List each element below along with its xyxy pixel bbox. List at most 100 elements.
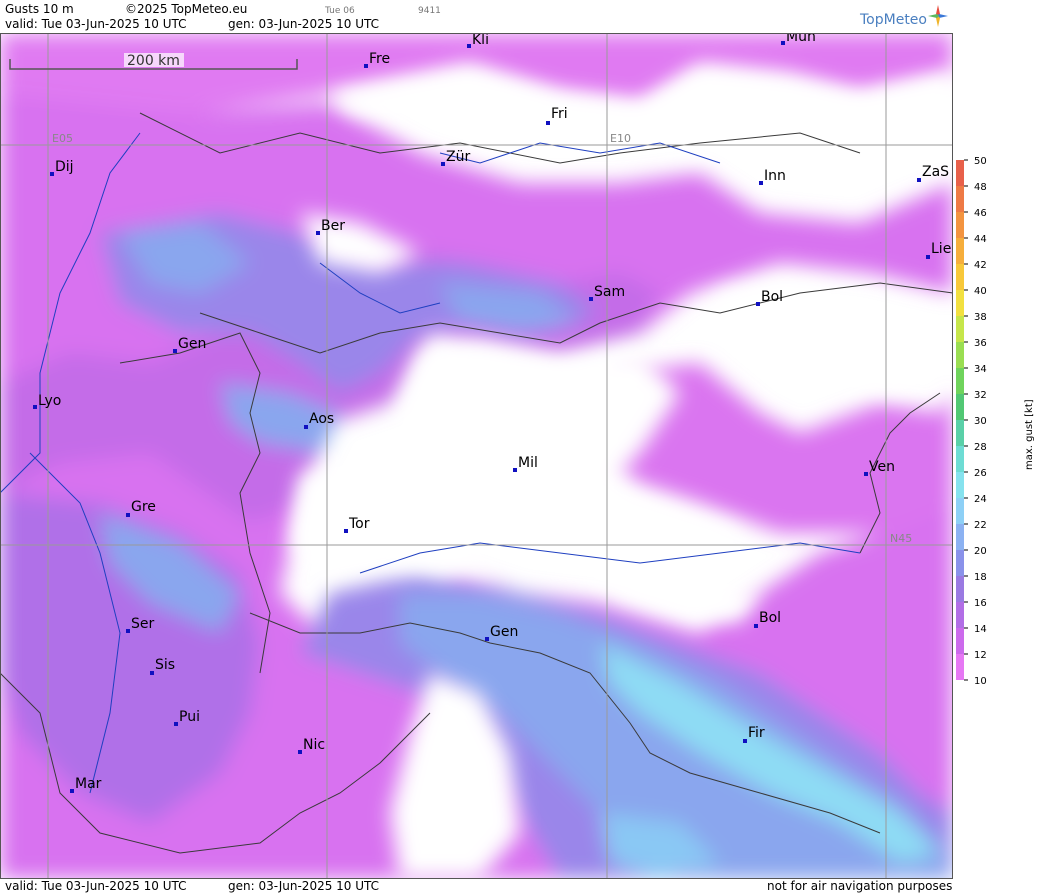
gust-field: E05 E10 N45 200 km Kli Mün Fre Fri Dij Z…: [0, 33, 953, 879]
city-label: Aos: [309, 411, 334, 427]
legend-tick-label: 42: [974, 260, 987, 271]
grid-label-e05: E05: [52, 132, 73, 145]
city-marker: [467, 44, 471, 48]
grid-label-n45: N45: [890, 532, 912, 545]
topmeteo-logo[interactable]: TopMeteo: [860, 5, 952, 31]
legend-tick-label: 24: [974, 494, 987, 505]
legend-swatch: [956, 316, 964, 342]
city-marker: [917, 178, 921, 182]
city-marker: [316, 231, 320, 235]
city-label: Mün: [786, 33, 816, 45]
legend-tick-label: 20: [974, 546, 987, 557]
city-label: Kli: [472, 33, 489, 48]
city-label: Fir: [748, 725, 765, 741]
city-marker: [513, 468, 517, 472]
scale-label: 200 km: [127, 53, 180, 69]
city-marker: [150, 671, 154, 675]
footer-generated-time: gen: 03-Jun-2025 10 UTC: [228, 879, 380, 893]
city-label: Zür: [446, 149, 470, 165]
city-marker: [864, 472, 868, 476]
copyright: ©2025 TopMeteo.eu: [125, 2, 248, 16]
legend-swatch: [956, 498, 964, 524]
city-label: Ber: [321, 218, 345, 234]
city-label: Gen: [490, 624, 518, 640]
compass-star-icon: [928, 5, 948, 27]
city-marker: [126, 629, 130, 633]
legend-tick-label: 28: [974, 442, 987, 453]
legend-tick-label: 46: [974, 208, 987, 219]
city-marker: [304, 425, 308, 429]
logo-text: TopMeteo: [860, 12, 927, 28]
city-marker: [743, 739, 747, 743]
city-marker: [546, 121, 550, 125]
legend-swatch: [956, 290, 964, 316]
city-label: Sam: [594, 284, 625, 300]
legend-tick-label: 12: [974, 650, 987, 661]
city-label: Lyo: [38, 393, 61, 409]
city-label: Nic: [303, 737, 325, 753]
day-tag: Tue 06: [325, 6, 355, 16]
legend-swatch: [956, 550, 964, 576]
city-marker: [781, 41, 785, 45]
valid-time: valid: Tue 03-Jun-2025 10 UTC: [5, 17, 187, 31]
legend-swatch: [956, 602, 964, 628]
legend-tick-label: 38: [974, 312, 987, 323]
city-marker: [344, 529, 348, 533]
city-label: ZaS: [922, 164, 949, 180]
gust-legend: max. gust [kt] 50 48 46 44 42 40 38 36 34 32 30 28 2…: [954, 150, 1045, 710]
legend-tick-label: 40: [974, 286, 987, 297]
footer-valid-time: valid: Tue 03-Jun-2025 10 UTC: [5, 879, 187, 893]
city-marker: [926, 255, 930, 259]
legend-swatch: [956, 342, 964, 368]
city-label: Lie: [931, 241, 951, 257]
generated-time: gen: 03-Jun-2025 10 UTC: [228, 17, 380, 31]
legend-tick-label: 36: [974, 338, 987, 349]
legend-tick-label: 22: [974, 520, 987, 531]
city-label: Ser: [131, 616, 155, 632]
city-label: Tor: [348, 516, 370, 532]
city-marker: [298, 750, 302, 754]
legend-scale: max. gust [kt] 50 48 46 44 42 40 38 36 34 32 30 28 2…: [956, 156, 1035, 687]
city-marker: [759, 181, 763, 185]
city-marker: [70, 789, 74, 793]
legend-swatch: [956, 394, 964, 420]
city-label: Gre: [131, 499, 156, 515]
legend-tick-label: 32: [974, 390, 987, 401]
legend-swatch: [956, 368, 964, 394]
city-label: Mar: [75, 776, 102, 792]
legend-tick-label: 48: [974, 182, 987, 193]
legend-swatch: [956, 628, 964, 654]
city-label: Inn: [764, 168, 786, 184]
city-label: Fri: [551, 106, 568, 122]
city-marker: [589, 297, 593, 301]
gust-map[interactable]: E05 E10 N45 200 km Kli Mün Fre Fri Dij Z…: [0, 33, 953, 879]
legend-swatch: [956, 420, 964, 446]
city-marker: [50, 172, 54, 176]
city-label: Gen: [178, 336, 206, 352]
city-label: Mil: [518, 455, 538, 471]
legend-tick-label: 14: [974, 624, 987, 635]
legend-tick-label: 10: [974, 676, 987, 687]
legend-tick-label: 50: [974, 156, 987, 167]
legend-swatch: [956, 264, 964, 290]
legend-tick-label: 34: [974, 364, 987, 375]
footer-notice: not for air navigation purposes: [767, 879, 953, 893]
legend-swatch: [956, 654, 964, 680]
legend-tick-label: 16: [974, 598, 987, 609]
legend-swatch: [956, 524, 964, 550]
legend-swatch: [956, 238, 964, 264]
product-title: Gusts 10 m: [5, 2, 74, 16]
legend-swatch: [956, 446, 964, 472]
legend-swatch: [956, 472, 964, 498]
grid-label-e10: E10: [610, 132, 631, 145]
city-label: Bol: [759, 610, 781, 626]
legend-swatch: [956, 186, 964, 212]
legend-tick-label: 30: [974, 416, 987, 427]
city-marker: [174, 722, 178, 726]
legend-swatch: [956, 160, 964, 186]
city-marker: [33, 405, 37, 409]
city-label: Pui: [179, 709, 200, 725]
city-label: Sis: [155, 657, 175, 673]
legend-swatch: [956, 212, 964, 238]
city-label: Ven: [869, 459, 895, 475]
